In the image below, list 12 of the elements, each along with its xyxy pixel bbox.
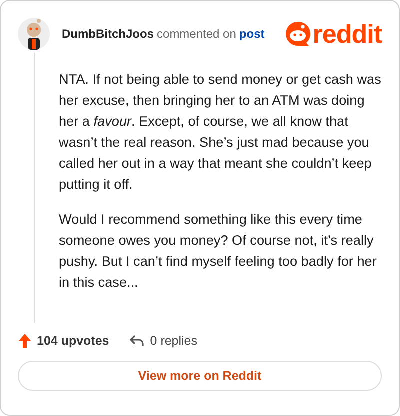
upvote-count[interactable]: 104 upvotes	[18, 333, 110, 349]
author-name[interactable]: DumbBitchJoos	[62, 27, 154, 41]
action-text: commented on	[157, 27, 236, 41]
comment-paragraph: Would I recommend something like this every time someone owes you money? Of course not, it’s really pushy. But I can’t find myself feeling too badly for her in this case...	[59, 211, 378, 292]
snoo-icon	[284, 21, 311, 47]
avatar-icon	[18, 17, 50, 51]
upvote-arrow-icon	[18, 333, 32, 349]
comment-paragraph: NTA. If not being able to send money or get cash was her excuse, then bringing her to an ATM was doing her a favour. Except, of course, we all know that wasn’t the real reason. She’s just mad because you called her out in a way that meant she couldn’t keep putting it off.	[59, 71, 382, 194]
post-link[interactable]: post	[239, 27, 265, 41]
reply-count[interactable]: 0 replies	[129, 333, 198, 349]
reply-arrow-icon	[129, 333, 146, 349]
view-more-button[interactable]: View more on Reddit	[18, 361, 382, 391]
